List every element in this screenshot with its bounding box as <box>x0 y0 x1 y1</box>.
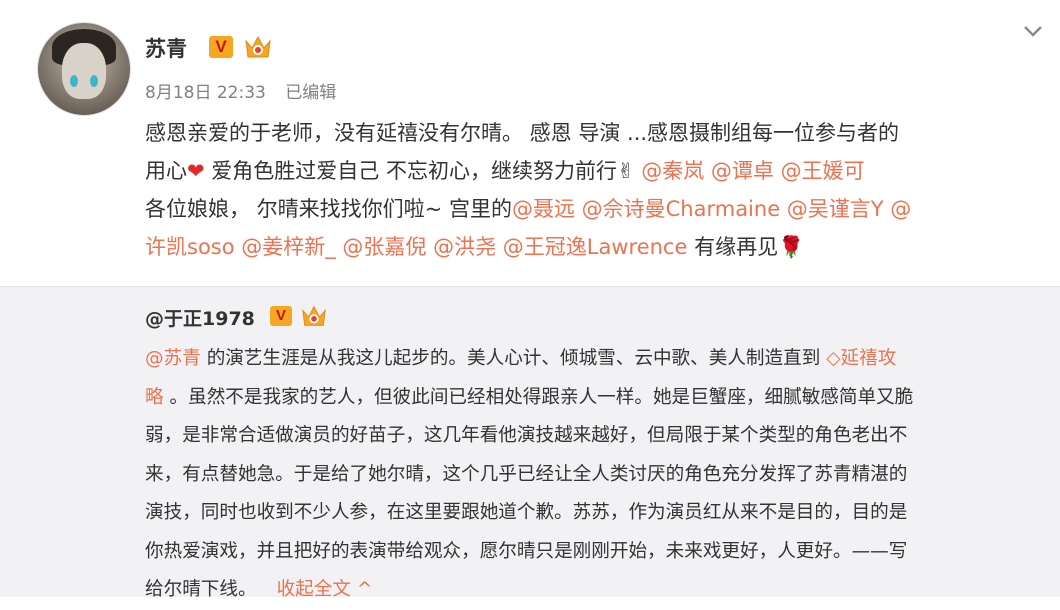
content-text: 来，有点替她急。于是给了她尔晴，这个几乎已经让全人类讨厌的角色充分发挥了苏青精湛… <box>145 463 908 485</box>
content-text: 爱角色胜过爱自己 不忘初心，继续努力前行 <box>204 159 617 183</box>
content-text: 的演艺生涯是从我这儿起步的。美人心计、倾城雪、云中歌、美人制造直到 <box>200 348 827 369</box>
chevron-down-icon[interactable] <box>1022 22 1044 40</box>
content-line: 给尔晴下线。 收起全文 ^ <box>145 571 1045 610</box>
collapse-full-text-link[interactable]: 收起全文 ^ <box>277 579 373 600</box>
vip-v-badge-icon[interactable]: V <box>209 36 233 58</box>
heart-emoji-icon: ❤ <box>187 159 205 183</box>
content-line: 用心❤ 爱角色胜过爱自己 不忘初心，继续努力前行✌ @秦岚 @谭卓 @王媛可 <box>145 152 1045 190</box>
repost-vip-v-badge-icon[interactable]: V <box>270 306 292 326</box>
avatar-tear-left <box>70 75 78 87</box>
content-text: 用心 <box>145 159 187 183</box>
repost-card: @于正1978 V @苏青 的演艺生涯是从我这儿起步的。美人心计、倾城雪、云中歌… <box>0 286 1060 600</box>
mention-link[interactable]: @聂远 @佘诗曼Charmaine @吴谨言Y @ <box>512 197 911 221</box>
mention-link[interactable]: @苏青 <box>145 348 201 369</box>
post-author-name[interactable]: 苏青 <box>145 33 187 63</box>
emoji-icon: ✌ <box>616 159 635 183</box>
avatar-face <box>62 43 106 99</box>
content-text: 演技，同时也收到不少人参，在这里要跟她道个歉。苏苏，作为演员红从来不是目的，目的… <box>145 502 908 523</box>
content-line: 弱，是非常合适做演员的好苗子，这几年看他演技越来越好，但局限于某个类型的角色老出… <box>145 417 1045 456</box>
content-text: 各位娘娘， 尔晴来找找你们啦~ 宫里的 <box>145 197 512 221</box>
avatar-tear-right <box>90 75 98 87</box>
content-line: 略 。虽然不是我家的艺人，但彼此间已经相处得跟亲人一样。她是巨蟹座，细腻敏感简单… <box>145 379 1045 418</box>
content-line: @苏青 的演艺生涯是从我这儿起步的。美人心计、倾城雪、云中歌、美人制造直到 ◇延… <box>145 340 1045 379</box>
repost-content: @苏青 的演艺生涯是从我这儿起步的。美人心计、倾城雪、云中歌、美人制造直到 ◇延… <box>145 340 1045 610</box>
content-line: 许凯soso @姜梓新_ @张嘉倪 @洪尧 @王冠逸Lawrence 有缘再见🌹 <box>145 228 1045 266</box>
content-line: 来，有点替她急。于是给了她尔晴，这个几乎已经让全人类讨厌的角色充分发挥了苏青精湛… <box>145 456 1045 495</box>
content-text: 感恩亲爱的于老师，没有延禧没有尔晴。 感恩 导演 ...感恩摄制组每一位参与者的 <box>145 121 900 145</box>
repost-member-crown-icon[interactable] <box>300 303 328 329</box>
post-meta: 8月18日 22:33 已编辑 <box>145 78 350 103</box>
edited-label[interactable]: 已编辑 <box>285 83 336 103</box>
mention-link[interactable]: ◇延禧攻 <box>826 348 896 369</box>
mention-link[interactable]: 许凯soso @姜梓新_ @张嘉倪 @洪尧 @王冠逸Lawrence <box>145 235 687 259</box>
content-line: 各位娘娘， 尔晴来找找你们啦~ 宫里的@聂远 @佘诗曼Charmaine @吴谨… <box>145 190 1045 228</box>
emoji-icon: 🌹 <box>778 235 805 259</box>
member-crown-icon[interactable] <box>243 33 273 61</box>
content-text: 你热爱演戏，并且把好的表演带给观众，愿尔晴只是刚刚开始，未来戏更好，人更好。——… <box>145 540 908 562</box>
content-line: 演技，同时也收到不少人参，在这里要跟她道个歉。苏苏，作为演员红从来不是目的，目的… <box>145 494 1045 533</box>
content-line: 感恩亲爱的于老师，没有延禧没有尔晴。 感恩 导演 ...感恩摄制组每一位参与者的 <box>145 114 1045 152</box>
mention-link[interactable]: 略 <box>145 387 164 408</box>
repost-author-name[interactable]: @于正1978 <box>145 304 255 331</box>
content-text: 给尔晴下线。 <box>145 579 257 600</box>
avatar[interactable] <box>37 22 131 116</box>
mention-link[interactable]: @秦岚 @谭卓 @王媛可 <box>635 159 864 183</box>
content-text: 有缘再见 <box>687 235 779 259</box>
post-content: 感恩亲爱的于老师，没有延禧没有尔晴。 感恩 导演 ...感恩摄制组每一位参与者的… <box>145 114 1045 266</box>
weibo-post: 苏青 V 8月18日 22:33 已编辑 感恩亲爱的于老师，没有延禧没有尔晴。 … <box>0 0 1060 600</box>
content-text: 弱，是非常合适做演员的好苗子，这几年看他演技越来越好，但局限于某个类型的角色老出… <box>145 425 908 446</box>
content-line: 你热爱演戏，并且把好的表演带给观众，愿尔晴只是刚刚开始，未来戏更好，人更好。——… <box>145 533 1045 572</box>
content-text: 。虽然不是我家的艺人，但彼此间已经相处得跟亲人一样。她是巨蟹座，细腻敏感简单又脆 <box>163 386 914 408</box>
post-timestamp[interactable]: 8月18日 22:33 <box>145 83 266 103</box>
